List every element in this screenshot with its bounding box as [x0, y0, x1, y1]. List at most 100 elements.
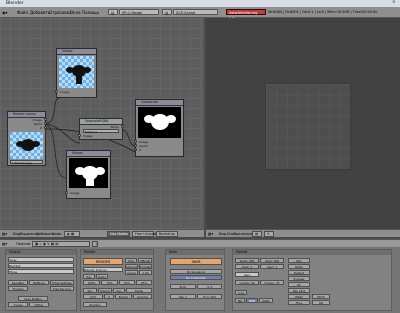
mblur-button[interactable]: MBLUR	[138, 258, 152, 263]
render-layer-selector[interactable]: 1 RenderLayer	[10, 160, 43, 165]
radio-button[interactable]: Radio	[96, 274, 108, 279]
render-panel-title[interactable]: Render	[81, 250, 153, 255]
asp-y-field[interactable]: AspY: 1	[260, 264, 284, 269]
menu-add[interactable]: Добавить	[30, 10, 50, 15]
preset-ntsc[interactable]: NTSC	[288, 264, 310, 269]
odd-button[interactable]: Odd	[83, 294, 103, 299]
osa-button[interactable]: OSA	[125, 258, 137, 263]
fps-field[interactable]: Frs/sec: 25	[260, 280, 284, 285]
separate-mode-dropdown[interactable]: Distance	[83, 129, 119, 134]
sky-button[interactable]: Sky	[83, 288, 97, 293]
size-y-field[interactable]: SizeY: 600	[260, 258, 284, 263]
shadow-button[interactable]: Shadow	[125, 264, 138, 269]
free-tex-img-button[interactable]: Free Tex Img	[50, 286, 74, 291]
size-75-button[interactable]: 75%	[101, 280, 118, 285]
crop-button[interactable]: Crop	[235, 290, 247, 295]
image-menu-image[interactable]: Изображение	[227, 232, 253, 236]
pin-icon[interactable]: ✎	[264, 231, 274, 237]
fields-button[interactable]: Fields	[126, 288, 152, 293]
preset-preview[interactable]: Preview	[288, 276, 310, 281]
image-menu-view[interactable]: Вид	[219, 232, 226, 236]
use-nodes-button[interactable]: Use Nodes	[107, 231, 130, 237]
render-engine-select[interactable]: Blender Internal	[83, 267, 123, 272]
dither-button[interactable]: Dither	[29, 302, 49, 307]
size-100-button[interactable]: 100%	[83, 280, 100, 285]
page-number[interactable]: 1	[92, 241, 98, 247]
cycles-button[interactable]: Cycles	[8, 302, 28, 307]
viewer-node[interactable]: Viewer Image	[55, 48, 97, 98]
anim-button[interactable]: ANIM	[170, 258, 222, 265]
menu-render[interactable]: Отрисовка	[49, 10, 72, 15]
viewer-node-header[interactable]: Viewer	[57, 49, 96, 55]
image-browse-icon[interactable]: ▤	[252, 231, 262, 237]
composite-alpha-socket[interactable]	[134, 144, 137, 147]
save-buffers-button[interactable]: Save Buffers	[18, 296, 48, 301]
rgbtype-button[interactable]: RGBtype	[29, 280, 49, 285]
render-button[interactable]: RENDER	[83, 258, 123, 265]
end-frame-field[interactable]: End: 250	[197, 294, 222, 299]
blender-logo-icon[interactable]: ◉▾	[2, 10, 8, 15]
bw-button[interactable]: BW	[235, 298, 245, 303]
format-panel-title[interactable]: Format	[233, 250, 391, 255]
premul-button[interactable]: Premul	[98, 288, 112, 293]
quality-field[interactable]: Quality: 90	[235, 280, 259, 285]
filter-gauss-field[interactable]: Gauss	[125, 270, 138, 275]
preset-default[interactable]: Default	[288, 270, 310, 275]
node-menu-node[interactable]: Node	[52, 232, 61, 236]
do-composite-button[interactable]: Do Composite	[170, 275, 222, 280]
output-panel-title[interactable]: Output	[6, 250, 76, 255]
rl-image-socket[interactable]	[44, 118, 47, 121]
do-sequence-button[interactable]: Do Sequence	[170, 269, 222, 274]
x-button[interactable]: X	[104, 294, 114, 299]
image-editor-type-icon[interactable]: ▦▾	[208, 232, 213, 236]
rt-field[interactable]: rt: 0	[197, 284, 222, 289]
viewer2-node-header[interactable]: Viewer	[67, 151, 110, 157]
preset-hd[interactable]: HD	[312, 300, 330, 305]
menu-file[interactable]: Файл	[17, 10, 28, 15]
editor-type-icon[interactable]: ▦▾	[2, 232, 7, 236]
composite-node[interactable]: Composite Image Alpha Z	[134, 99, 184, 157]
separate-input-socket[interactable]	[78, 134, 81, 137]
scene-selector[interactable]: SCE:Scene	[173, 9, 218, 15]
save-buf-button[interactable]: Save/Buf	[8, 280, 28, 285]
size-x-field[interactable]: SizeX: 800	[235, 258, 259, 263]
composite-image-socket[interactable]	[134, 140, 137, 143]
buttons-type-icon[interactable]: ▦▾	[2, 242, 7, 246]
image-canvas[interactable]	[265, 83, 351, 170]
render-layers-node[interactable]: Render Layers Image Alpha Z 1 RenderLaye…	[7, 111, 47, 166]
rl-z-socket[interactable]	[44, 126, 47, 129]
rgba-button[interactable]: RGBA	[259, 298, 273, 303]
size-25-button[interactable]: 25%	[136, 280, 152, 285]
free-unused-button[interactable]: Free Unused	[132, 231, 156, 237]
preset-full[interactable]: FULL	[288, 300, 310, 305]
screen-browse-icon[interactable]: ▤	[108, 9, 118, 15]
play-button[interactable]: PLAY	[170, 284, 196, 289]
menu-window[interactable]: Окна	[70, 10, 81, 15]
viewer2-image-socket[interactable]	[65, 191, 68, 194]
backdrop-button[interactable]: Backdrop	[156, 231, 178, 237]
separate-output-socket[interactable]	[121, 125, 124, 128]
border-button[interactable]: Border	[115, 294, 132, 299]
rendlay-button[interactable]: Rendlay	[83, 302, 107, 307]
scene-browse-icon[interactable]: ▤	[162, 9, 172, 15]
screen-selector[interactable]: SR:2-Model	[119, 9, 159, 15]
rgb-button[interactable]: RGB	[246, 298, 258, 303]
viewer2-node[interactable]: Viewer Image	[65, 150, 111, 199]
preset-pano[interactable]: PANO	[288, 294, 310, 299]
edge-settings-button[interactable]: Edge Settings	[50, 280, 74, 285]
threads-button[interactable]: Threads	[8, 286, 28, 291]
composite-node-header[interactable]: Composite	[136, 100, 183, 106]
backbuf-path-field[interactable]: Backbuf	[8, 263, 74, 268]
preset-pal[interactable]: PAL	[288, 258, 310, 263]
size-50-button[interactable]: 50%	[119, 280, 135, 285]
asp-x-field[interactable]: AspX: 1	[235, 264, 259, 269]
composite-z-socket[interactable]	[134, 148, 137, 151]
gamma-button[interactable]: Gamma	[133, 294, 152, 299]
ray-button[interactable]: Ray	[83, 274, 95, 279]
preset-hdtv[interactable]: HDTV	[312, 294, 330, 299]
preset-pal-16-9[interactable]: PAL 16:9	[288, 288, 310, 293]
context-buttons[interactable]: ▣ ◇ ◉ ✎ ▦ ▤	[32, 241, 90, 247]
preset-pc[interactable]: PC	[288, 282, 310, 287]
anim-panel-title[interactable]: Anim	[166, 250, 224, 255]
viewer-image-socket[interactable]	[55, 90, 58, 93]
